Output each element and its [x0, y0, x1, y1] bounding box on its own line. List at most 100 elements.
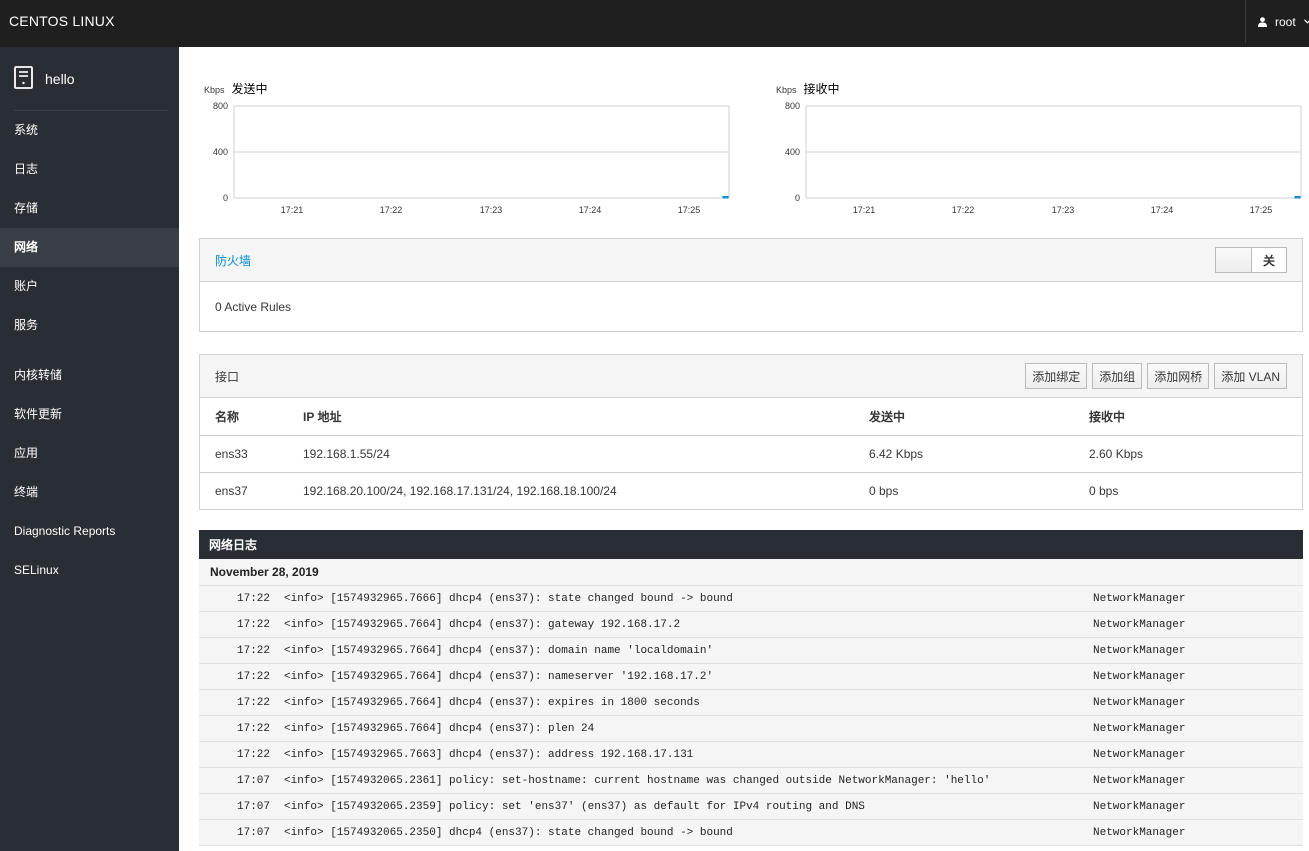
top-bar: CENTOS LINUX root — [0, 0, 1309, 47]
sending-plot: 800 400 0 17:21 17:22 17:23 17:24 17:25 — [213, 101, 730, 215]
interfaces-panel: 接口 添加绑定 添加组 添加网桥 添加 VLAN 名称 IP 地址 发送中 接收… — [199, 354, 1303, 510]
log-source: NetworkManager — [1093, 592, 1186, 605]
log-time: 17:22 — [237, 592, 271, 605]
add-vlan-button[interactable]: 添加 VLAN — [1214, 363, 1287, 389]
network-log: 网络日志 November 28, 2019 17:22 <info> [1574… — [199, 530, 1303, 846]
log-title: 网络日志 — [199, 530, 1303, 559]
log-entry[interactable]: 17:22 <info> [1574932965.7666] dhcp4 (ens… — [199, 586, 1303, 612]
x-tick-label: 17:22 — [380, 205, 403, 215]
log-source: NetworkManager — [1093, 826, 1186, 839]
column-header: 发送中 — [854, 398, 1074, 436]
log-time: 17:07 — [237, 826, 271, 839]
server-icon — [14, 65, 33, 92]
log-source: NetworkManager — [1093, 618, 1186, 631]
firewall-link[interactable]: 防火墙 — [215, 252, 251, 269]
log-source: NetworkManager — [1093, 696, 1186, 709]
toggle-label: 关 — [1262, 253, 1275, 268]
log-source: NetworkManager — [1093, 748, 1186, 761]
sidebar-item-apps[interactable]: 应用 — [0, 434, 179, 473]
log-message: <info> [1574932965.7664] dhcp4 (ens37): … — [284, 696, 700, 709]
sidebar: hello 系统 日志 存储 网络 账户 服务 内核转储 软件更新 应用 终端 … — [0, 47, 179, 851]
sidebar-item-logs[interactable]: 日志 — [0, 150, 179, 189]
log-message: <info> [1574932965.7664] dhcp4 (ens37): … — [284, 618, 681, 631]
add-bond-button[interactable]: 添加绑定 — [1025, 363, 1088, 389]
y-tick-label: 800 — [213, 101, 228, 111]
add-bridge-button[interactable]: 添加网桥 — [1147, 363, 1210, 389]
column-header: IP 地址 — [288, 398, 854, 436]
log-entry[interactable]: 17:22 <info> [1574932965.7663] dhcp4 (ens… — [199, 742, 1303, 768]
main-content: Kbps 发送中 800 400 0 17:21 17:22 17:23 17:24 17:2… — [179, 47, 1309, 851]
sidebar-item-network[interactable]: 网络 — [0, 228, 179, 267]
log-entry[interactable]: 17:22 <info> [1574932965.7664] dhcp4 (ens… — [199, 664, 1303, 690]
log-entry[interactable]: 17:22 <info> [1574932965.7664] dhcp4 (ens… — [199, 612, 1303, 638]
x-tick-label: 17:21 — [853, 205, 876, 215]
table-row[interactable]: ens37 192.168.20.100/24, 192.168.17.131/… — [200, 472, 1302, 509]
sidebar-item-services[interactable]: 服务 — [0, 306, 179, 345]
iface-ip: 192.168.20.100/24, 192.168.17.131/24, 19… — [303, 483, 617, 498]
log-message: <info> [1574932965.7664] dhcp4 (ens37): … — [284, 670, 714, 683]
iface-name: ens33 — [200, 435, 288, 473]
log-time: 17:22 — [237, 618, 271, 631]
log-message: <info> [1574932065.2350] dhcp4 (ens37): … — [284, 826, 733, 839]
sending-chart: Kbps 发送中 800 400 0 17:21 17:22 17:23 17:24 17:2… — [204, 75, 734, 220]
log-time: 17:22 — [237, 696, 271, 709]
series-area — [1294, 196, 1301, 199]
x-tick-label: 17:24 — [579, 205, 602, 215]
iface-name: ens37 — [215, 483, 248, 498]
x-tick-label: 17:23 — [480, 205, 503, 215]
add-team-button[interactable]: 添加组 — [1092, 363, 1143, 389]
log-entry[interactable]: 17:07 <info> [1574932065.2350] dhcp4 (ens… — [199, 820, 1303, 846]
sidebar-item-diagnostic-reports[interactable]: Diagnostic Reports — [0, 512, 179, 551]
log-source: NetworkManager — [1093, 800, 1186, 813]
sidebar-item-terminal[interactable]: 终端 — [0, 473, 179, 512]
log-message: <info> [1574932965.7666] dhcp4 (ens37): … — [284, 592, 733, 605]
chevron-down-icon — [1303, 19, 1309, 24]
brand-title: CENTOS LINUX — [9, 13, 115, 29]
log-time: 17:22 — [237, 722, 271, 735]
log-entry[interactable]: 17:07 <info> [1574932065.2361] policy: se… — [199, 768, 1303, 794]
sidebar-item-accounts[interactable]: 账户 — [0, 267, 179, 306]
iface-sending: 6.42 Kbps — [854, 435, 1074, 473]
log-entry[interactable]: 17:07 <info> [1574932065.2359] policy: se… — [199, 794, 1303, 820]
log-message: <info> [1574932065.2359] policy: set 'en… — [284, 800, 865, 813]
log-time: 17:07 — [237, 774, 271, 787]
sidebar-item-updates[interactable]: 软件更新 — [0, 395, 179, 434]
sidebar-item-selinux[interactable]: SELinux — [0, 551, 179, 590]
x-tick-label: 17:21 — [281, 205, 304, 215]
log-message: <info> [1574932965.7663] dhcp4 (ens37): … — [284, 748, 694, 761]
user-menu[interactable]: root — [1245, 0, 1309, 43]
y-tick-label: 0 — [223, 193, 228, 203]
sidebar-item-storage[interactable]: 存储 — [0, 189, 179, 228]
firewall-panel: 防火墙 关 0 Active Rules — [199, 238, 1303, 332]
host-header[interactable]: hello — [14, 47, 168, 111]
sidebar-item-system[interactable]: 系统 — [0, 111, 179, 150]
table-row[interactable]: ens33 192.168.1.55/24 6.42 Kbps 2.60 Kbp… — [200, 435, 1302, 473]
toggle-knob — [1216, 248, 1252, 272]
iface-sending: 0 bps — [869, 483, 899, 498]
series-area — [722, 196, 729, 199]
firewall-rules: 0 Active Rules — [215, 299, 292, 314]
y-tick-label: 800 — [785, 101, 800, 111]
host-name: hello — [45, 70, 75, 87]
interfaces-title: 接口 — [215, 369, 240, 384]
firewall-toggle[interactable]: 关 — [1215, 247, 1287, 273]
y-tick-label: 400 — [785, 147, 800, 157]
log-source: NetworkManager — [1093, 722, 1186, 735]
x-tick-label: 17:24 — [1151, 205, 1174, 215]
log-message: <info> [1574932065.2361] policy: set-hos… — [284, 774, 991, 787]
log-source: NetworkManager — [1093, 644, 1186, 657]
log-entry[interactable]: 17:22 <info> [1574932965.7664] dhcp4 (ens… — [199, 690, 1303, 716]
log-entry[interactable]: 17:22 <info> [1574932965.7664] dhcp4 (ens… — [199, 638, 1303, 664]
iface-ip: 192.168.1.55/24 — [288, 435, 854, 473]
log-source: NetworkManager — [1093, 774, 1186, 787]
log-source: NetworkManager — [1093, 670, 1186, 683]
iface-receiving: 0 bps — [1089, 483, 1119, 498]
sidebar-item-kdump[interactable]: 内核转储 — [0, 356, 179, 395]
column-header: 接收中 — [1074, 398, 1302, 436]
x-tick-label: 17:25 — [1250, 205, 1273, 215]
log-time: 17:07 — [237, 800, 271, 813]
user-name: root — [1275, 14, 1296, 29]
log-entry[interactable]: 17:22 <info> [1574932965.7664] dhcp4 (ens… — [199, 716, 1303, 742]
y-tick-label: 400 — [213, 147, 228, 157]
log-time: 17:22 — [237, 748, 271, 761]
